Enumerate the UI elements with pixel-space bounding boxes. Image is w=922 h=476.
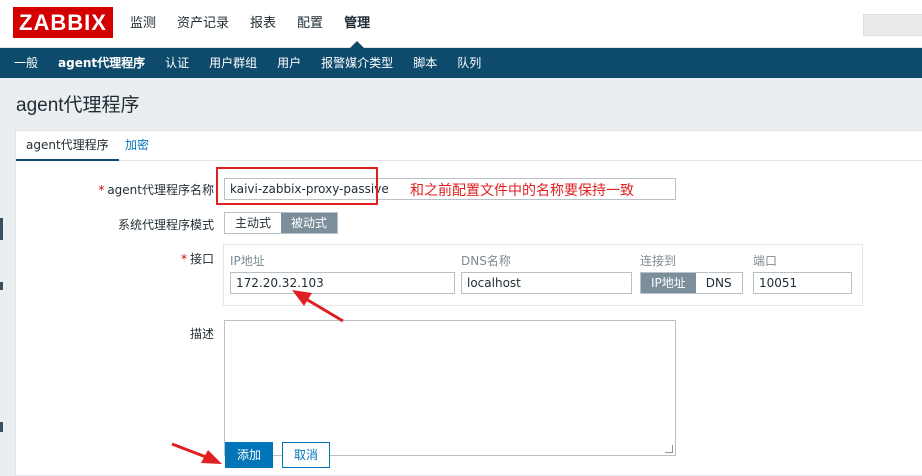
arrow-to-add-button-icon xyxy=(171,442,222,464)
arrow-to-ip-icon xyxy=(292,290,344,323)
annotation-arrows xyxy=(171,290,344,464)
